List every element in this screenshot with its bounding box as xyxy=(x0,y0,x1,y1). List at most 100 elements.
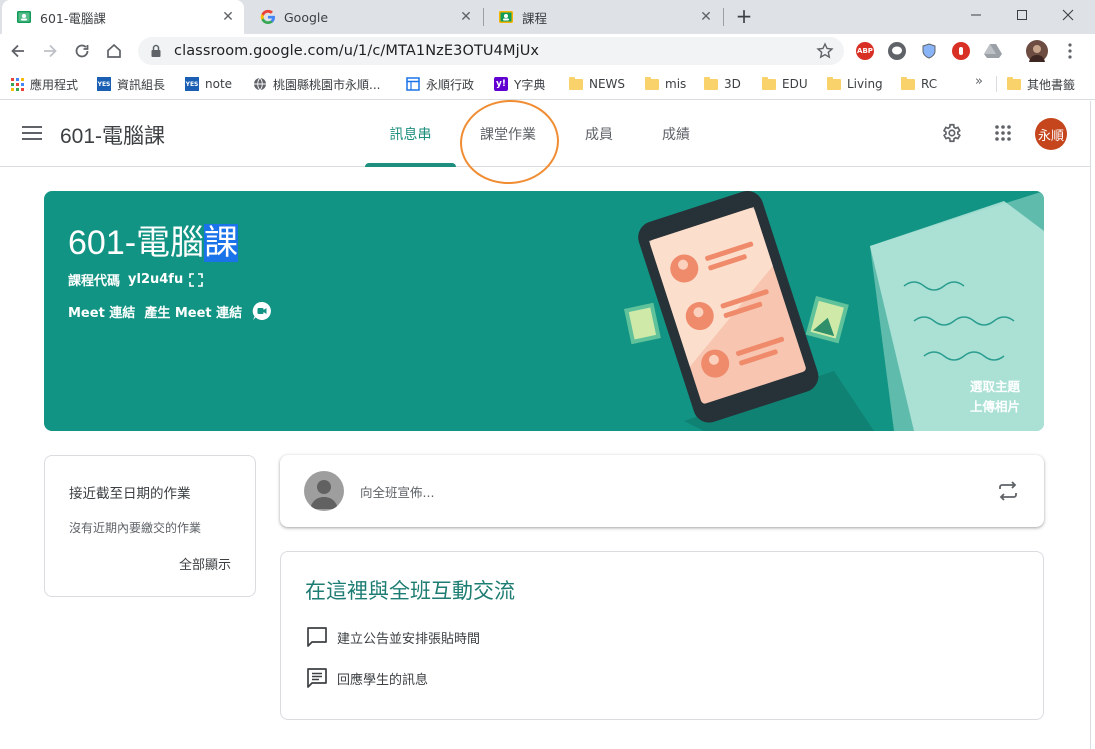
google-icon xyxy=(260,9,276,25)
folder-icon xyxy=(704,76,718,91)
bookmark-news[interactable]: NEWS xyxy=(569,75,625,93)
browser-tab-strip: 601-電腦課 ✕ Google ✕ 課程 ✕ + xyxy=(0,0,1095,34)
line-icon[interactable] xyxy=(888,42,906,60)
back-arrow-icon xyxy=(11,44,24,58)
bookmark-edu[interactable]: EDU xyxy=(762,75,808,93)
meet-video-icon[interactable] xyxy=(252,301,272,321)
bookmark-label: 資訊組長 xyxy=(117,77,166,92)
bookmark-label: 其他書籤 xyxy=(1027,77,1076,92)
browser-tab-classroom[interactable]: 601-電腦課 ✕ xyxy=(2,0,244,34)
more-bookmarks-button[interactable]: » xyxy=(975,74,983,89)
adblock-icon[interactable]: ABP xyxy=(856,42,874,60)
folder-icon xyxy=(569,76,583,91)
announcement-icon xyxy=(305,625,329,649)
browser-toolbar: classroom.google.com/u/1/c/MTA1NzE3OTU4M… xyxy=(0,34,1095,68)
close-icon[interactable]: ✕ xyxy=(220,9,236,25)
minimize-button[interactable] xyxy=(953,0,999,30)
home-button[interactable] xyxy=(101,38,127,64)
bookmark-apps[interactable]: 應用程式 xyxy=(10,75,78,93)
url-text[interactable]: classroom.google.com/u/1/c/MTA1NzE3OTU4M… xyxy=(174,43,539,59)
classroom-icon xyxy=(16,9,32,25)
yes-icon: YES xyxy=(97,77,111,91)
tip-label: 回應學生的訊息 xyxy=(337,672,429,688)
course-code-value[interactable]: yl2u4fu xyxy=(128,272,183,287)
browser-tab-google[interactable]: Google ✕ xyxy=(246,0,482,34)
profile-photo[interactable] xyxy=(1026,40,1048,62)
reload-button[interactable] xyxy=(69,38,95,64)
shield-extension-icon[interactable] xyxy=(920,42,938,60)
bookmark-living[interactable]: Living xyxy=(827,75,883,93)
forward-arrow-icon xyxy=(44,44,57,58)
meet-link-row: Meet 連結 產生 Meet 連結 xyxy=(68,301,272,321)
announce-box[interactable]: 向全班宣佈... xyxy=(280,455,1044,527)
view-all-link[interactable]: 全部顯示 xyxy=(179,554,231,573)
app-header: 601-電腦課 訊息串 課堂作業 成員 成績 永順 xyxy=(0,101,1090,167)
select-theme-link[interactable]: 選取主題 xyxy=(970,376,1020,395)
maximize-button[interactable] xyxy=(999,0,1045,30)
bookmark-rc[interactable]: RC xyxy=(901,75,937,93)
bookmark-mis[interactable]: mis xyxy=(645,75,686,93)
bookmark-dictionary[interactable]: y! Y字典 xyxy=(494,75,545,93)
course-title[interactable]: 601-電腦課 xyxy=(60,120,165,150)
close-icon[interactable]: ✕ xyxy=(458,9,474,25)
bookmark-label: EDU xyxy=(782,77,808,91)
back-button[interactable] xyxy=(5,38,31,64)
tab-people[interactable]: 成員 xyxy=(568,101,630,166)
close-icon xyxy=(1062,9,1074,21)
lock-icon[interactable] xyxy=(150,44,162,58)
bookmark-admin[interactable]: 永順行政 xyxy=(406,75,474,93)
tip-schedule-announcement: 建立公告並安排張貼時間 xyxy=(305,625,480,649)
tab-label: 課堂作業 xyxy=(480,126,536,143)
upcoming-title: 接近截至日期的作業 xyxy=(69,486,191,502)
bookmark-note[interactable]: YES note xyxy=(185,75,232,93)
tab-title: 601-電腦課 xyxy=(40,10,106,26)
account-avatar[interactable]: 永順 xyxy=(1035,118,1067,150)
bookmark-school-site[interactable]: 桃園縣桃園市永順... xyxy=(253,75,380,93)
kebab-menu-icon xyxy=(1068,43,1072,59)
bookmark-label: NEWS xyxy=(589,77,626,91)
stop-extension-icon[interactable] xyxy=(952,42,970,60)
tip-label: 建立公告並安排張貼時間 xyxy=(337,631,481,647)
star-icon[interactable] xyxy=(816,42,834,64)
selected-text-highlight: 課 xyxy=(204,224,239,262)
bookmark-label: 桃園縣桃園市永順... xyxy=(273,77,381,92)
window-close-button[interactable] xyxy=(1045,0,1091,30)
bookmark-label: 3D xyxy=(724,77,741,91)
forward-button[interactable] xyxy=(37,38,63,64)
apps-grid-icon xyxy=(10,77,24,91)
interaction-title: 在這裡與全班互動交流 xyxy=(305,580,515,603)
maximize-icon xyxy=(1017,10,1027,20)
bookmark-other[interactable]: 其他書籤 xyxy=(1007,75,1075,93)
generate-meet-link[interactable]: 產生 Meet 連結 xyxy=(144,302,242,321)
upload-photo-link[interactable]: 上傳相片 xyxy=(970,396,1020,415)
tab-separator xyxy=(723,8,724,26)
bookmark-3d[interactable]: 3D xyxy=(704,75,741,93)
message-icon xyxy=(305,666,329,690)
main-menu-icon[interactable] xyxy=(22,123,42,143)
browser-tab-courses[interactable]: 課程 ✕ xyxy=(484,0,722,34)
repost-icon[interactable] xyxy=(996,479,1020,503)
bookmark-label: mis xyxy=(665,77,687,91)
bookmark-label: Living xyxy=(847,77,883,91)
announce-input[interactable]: 向全班宣佈... xyxy=(360,482,434,501)
fullscreen-icon[interactable] xyxy=(189,272,204,287)
folder-icon xyxy=(1007,76,1021,91)
address-bar[interactable]: classroom.google.com/u/1/c/MTA1NzE3OTU4M… xyxy=(138,37,844,65)
bookmark-info-leader[interactable]: YES 資訊組長 xyxy=(97,75,165,93)
close-icon[interactable]: ✕ xyxy=(698,9,714,25)
tab-grades[interactable]: 成績 xyxy=(645,101,707,166)
tab-label: 訊息串 xyxy=(389,126,432,143)
bookmark-label: RC xyxy=(921,77,938,91)
browser-menu-button[interactable] xyxy=(1057,38,1083,64)
tab-stream[interactable]: 訊息串 xyxy=(365,101,456,167)
folder-icon xyxy=(827,76,841,91)
drive-icon[interactable] xyxy=(984,42,1002,60)
tab-classwork[interactable]: 課堂作業 xyxy=(462,101,554,166)
new-tab-button[interactable]: + xyxy=(733,4,755,28)
yahoo-icon: y! xyxy=(494,77,508,91)
course-code-label: 課程代碼 xyxy=(68,274,121,289)
google-apps-icon[interactable] xyxy=(991,121,1015,145)
settings-gear-icon[interactable] xyxy=(939,121,963,145)
meet-link-label: Meet 連結 xyxy=(68,305,136,321)
course-code-row: 課程代碼 yl2u4fu xyxy=(68,270,204,289)
